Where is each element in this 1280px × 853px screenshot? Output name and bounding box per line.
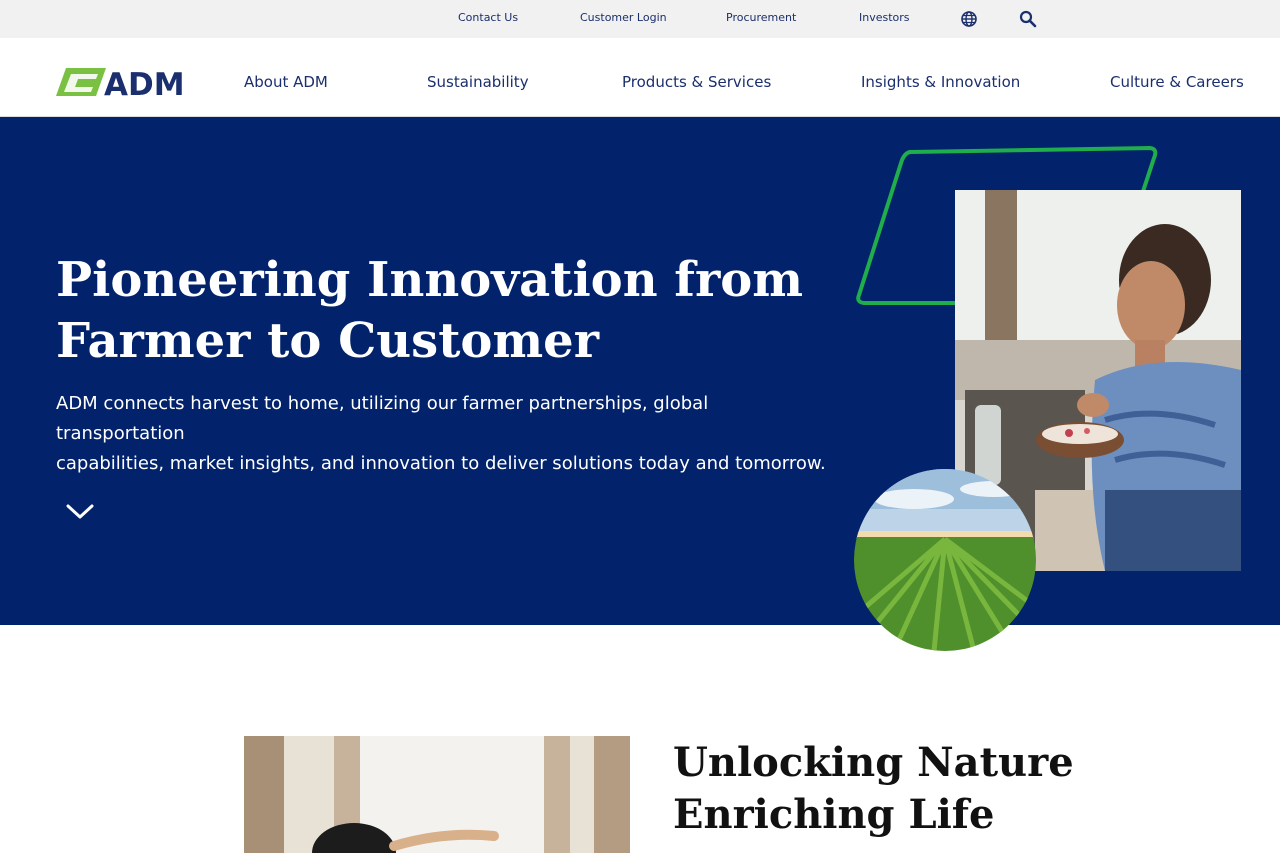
section-photo xyxy=(244,736,630,853)
investors-link[interactable]: Investors xyxy=(859,11,910,24)
section-title: Unlocking Nature Enriching Life xyxy=(673,737,1074,841)
section-title-line-1: Unlocking Nature xyxy=(673,739,1074,786)
globe-icon[interactable] xyxy=(960,10,978,28)
utility-bar: Contact Us Customer Login Procurement In… xyxy=(0,0,1280,38)
crop-field-photo xyxy=(854,469,1036,651)
adm-logo[interactable]: ADM xyxy=(56,66,196,103)
section-title-line-2: Enriching Life xyxy=(673,791,995,838)
hero-title-line-2: Farmer to Customer xyxy=(56,313,599,369)
hero-copy-line-2: capabilities, market insights, and innov… xyxy=(56,453,826,474)
nav-about-adm[interactable]: About ADM xyxy=(244,73,328,91)
nav-culture-careers[interactable]: Culture & Careers xyxy=(1110,73,1244,91)
main-nav: ADM About ADM Sustainability Products & … xyxy=(0,38,1280,117)
chevron-down-icon[interactable] xyxy=(62,497,98,527)
contact-us-link[interactable]: Contact Us xyxy=(458,11,518,24)
logo-text: ADM xyxy=(104,67,185,98)
customer-login-link[interactable]: Customer Login xyxy=(580,11,667,24)
nav-sustainability[interactable]: Sustainability xyxy=(427,73,529,91)
hero-description: ADM connects harvest to home, utilizing … xyxy=(56,389,836,479)
hero-copy-line-1: ADM connects harvest to home, utilizing … xyxy=(56,393,709,444)
search-icon[interactable] xyxy=(1019,10,1037,28)
procurement-link[interactable]: Procurement xyxy=(726,11,796,24)
hero-title: Pioneering Innovation from Farmer to Cus… xyxy=(56,250,816,372)
nav-insights-innovation[interactable]: Insights & Innovation xyxy=(861,73,1020,91)
nav-products-services[interactable]: Products & Services xyxy=(622,73,771,91)
hero-title-line-1: Pioneering Innovation from xyxy=(56,252,804,308)
